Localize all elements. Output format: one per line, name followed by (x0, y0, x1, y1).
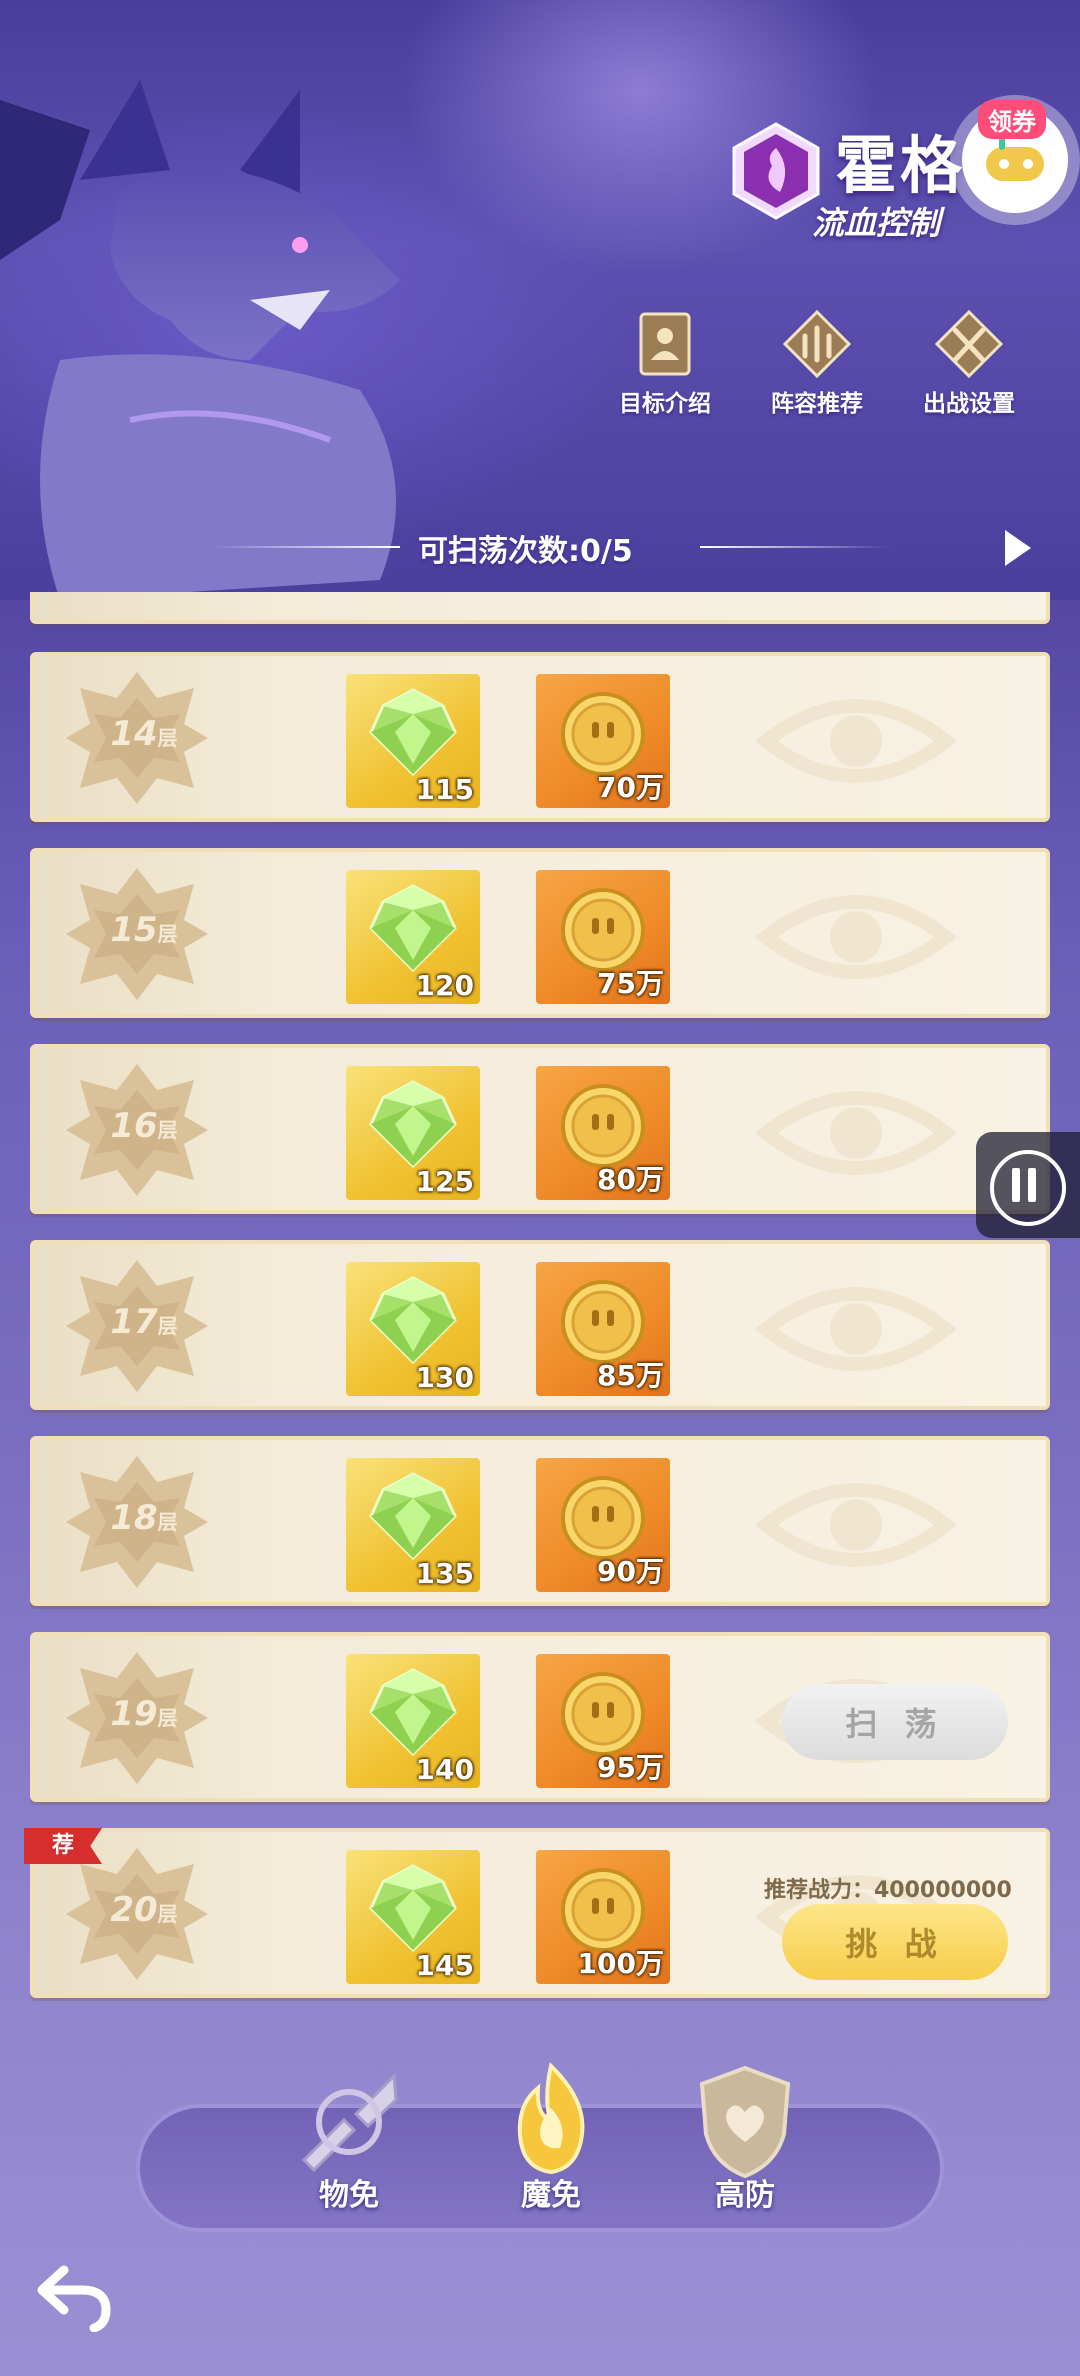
shield-heart-icon (699, 2065, 791, 2179)
pause-button[interactable] (976, 1132, 1080, 1238)
gold-quantity: 75万 (597, 967, 664, 1000)
gem-quantity: 135 (415, 1557, 474, 1590)
tab-magic-immune-label: 魔免 (521, 2178, 581, 2213)
pause-icon (990, 1150, 1066, 1226)
floor-row: 20层 145 100万 荐推荐战力：400000000 挑 战 (24, 1828, 1050, 1998)
formation-icon (782, 310, 852, 379)
gem-icon (369, 1668, 457, 1757)
gem-icon (369, 1864, 457, 1953)
gold-reward[interactable]: 85万 (536, 1262, 670, 1396)
eye-watermark-icon (756, 1483, 956, 1567)
eye-watermark-icon (756, 1287, 956, 1371)
floor-row: 14层 115 70万 (30, 652, 1050, 822)
gem-reward[interactable]: 135 (346, 1458, 480, 1592)
gem-quantity: 130 (415, 1361, 474, 1394)
gold-reward[interactable]: 80万 (536, 1066, 670, 1200)
floor-number: 15层 (110, 910, 178, 950)
gem-quantity: 145 (415, 1949, 474, 1982)
floor-row: 15层 120 75万 (30, 848, 1050, 1018)
gold-reward[interactable]: 100万 (536, 1850, 670, 1984)
gem-reward[interactable]: 115 (346, 674, 480, 808)
target-intro-button[interactable]: 目标介绍 (590, 310, 740, 418)
broken-sword-icon (301, 2072, 398, 2173)
lineup-recommend-button[interactable]: 阵容推荐 (742, 310, 892, 418)
lineup-recommend-label: 阵容推荐 (771, 391, 863, 417)
gem-quantity: 125 (415, 1165, 474, 1198)
gem-reward[interactable]: 140 (346, 1654, 480, 1788)
gold-reward[interactable]: 95万 (536, 1654, 670, 1788)
battle-settings-label: 出战设置 (923, 391, 1015, 417)
tab-high-defense[interactable]: 高防 (680, 2060, 810, 2214)
gem-reward[interactable]: 145 (346, 1850, 480, 1984)
next-arrow-icon[interactable] (1005, 530, 1031, 566)
boss-banner: 霍格 流血控制 领券 目标介绍 阵容推荐 出战设置 可扫荡次数:0/5 (0, 0, 1080, 600)
eye-watermark-icon (756, 699, 956, 783)
eye-watermark-icon (756, 895, 956, 979)
recommended-power: 推荐战力：400000000 (764, 1878, 1012, 1903)
gold-reward[interactable]: 75万 (536, 870, 670, 1004)
tab-physical-immune[interactable]: 物免 (284, 2060, 414, 2214)
divider-left (210, 546, 400, 548)
gem-icon (369, 1472, 457, 1561)
floor-number: 16层 (110, 1106, 178, 1146)
gem-icon (369, 688, 457, 777)
tab-high-defense-label: 高防 (715, 2178, 775, 2213)
gold-quantity: 95万 (597, 1751, 664, 1784)
gold-quantity: 70万 (597, 771, 664, 804)
gold-quantity: 80万 (597, 1163, 664, 1196)
gem-quantity: 140 (415, 1753, 474, 1786)
gem-icon (369, 1276, 457, 1365)
crossed-swords-icon (934, 310, 1004, 379)
gem-icon (369, 884, 457, 973)
gold-reward[interactable]: 70万 (536, 674, 670, 808)
boss-emblem-icon (732, 122, 820, 220)
gold-quantity: 85万 (597, 1359, 664, 1392)
sweep-button[interactable]: 扫 荡 (782, 1684, 1008, 1760)
gold-quantity: 100万 (577, 1947, 664, 1980)
floor-number: 17层 (110, 1302, 178, 1342)
tab-physical-immune-label: 物免 (319, 2178, 379, 2213)
floor-row: 18层 135 90万 (30, 1436, 1050, 1606)
gem-reward[interactable]: 130 (346, 1262, 480, 1396)
gem-quantity: 115 (415, 773, 474, 806)
target-intro-label: 目标介绍 (619, 391, 711, 417)
portrait-icon (639, 312, 691, 376)
challenge-button[interactable]: 挑 战 (782, 1904, 1008, 1980)
gem-quantity: 120 (415, 969, 474, 1002)
gold-quantity: 90万 (597, 1555, 664, 1588)
floor-list[interactable]: 14层 115 70万 15层 120 75万 16层 125 80万 17层 130 85万 18层 1… (0, 592, 1080, 2000)
gem-icon (369, 1080, 457, 1169)
floor-number: 18层 (110, 1498, 178, 1538)
sweep-count: 可扫荡次数:0/5 (418, 534, 633, 569)
coupon-badge: 领券 (978, 100, 1046, 139)
floor-number: 14层 (110, 714, 178, 754)
tab-magic-immune[interactable]: 魔免 (486, 2060, 616, 2214)
floor-row: 17层 130 85万 (30, 1240, 1050, 1410)
battle-settings-button[interactable]: 出战设置 (894, 310, 1044, 418)
magic-flame-icon (517, 2062, 585, 2175)
boss-subtitle: 流血控制 (812, 204, 941, 242)
list-item-partial (30, 592, 1050, 624)
gem-reward[interactable]: 125 (346, 1066, 480, 1200)
back-arrow-icon[interactable] (36, 2262, 112, 2332)
floor-row: 19层 140 95万 扫 荡 (30, 1632, 1050, 1802)
recommend-tag: 荐 (24, 1828, 102, 1864)
boss-name: 霍格 (835, 129, 966, 202)
gold-reward[interactable]: 90万 (536, 1458, 670, 1592)
floor-number: 19层 (110, 1694, 178, 1734)
divider-right (700, 546, 890, 548)
gem-reward[interactable]: 120 (346, 870, 480, 1004)
floor-number: 20层 (110, 1890, 178, 1930)
boss-dragon-illustration (0, 80, 400, 600)
floor-row: 16层 125 80万 (30, 1044, 1050, 1214)
eye-watermark-icon (756, 1091, 956, 1175)
